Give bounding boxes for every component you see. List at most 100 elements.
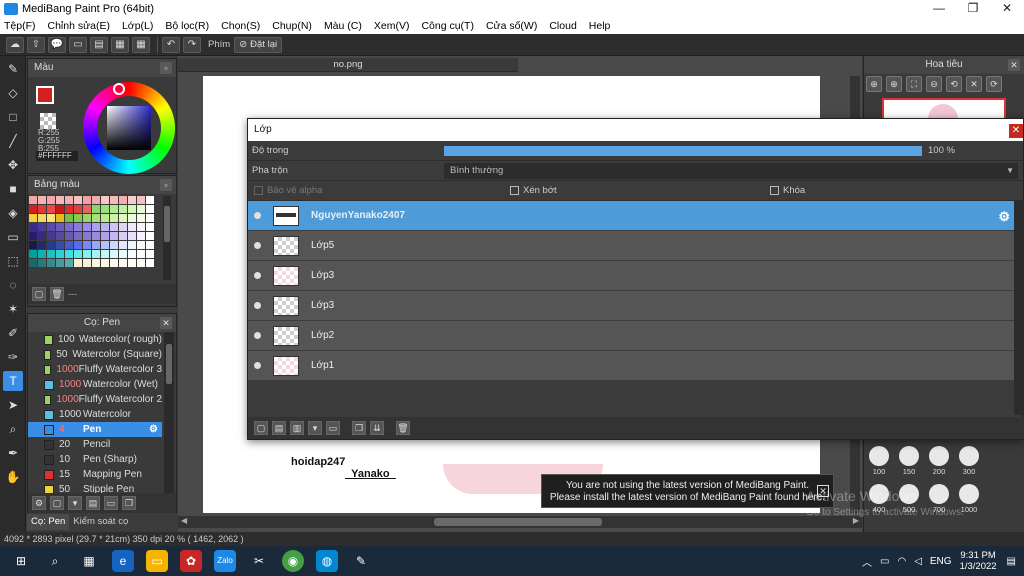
- palette-swatch[interactable]: [83, 250, 91, 258]
- palette-swatch[interactable]: [47, 223, 55, 231]
- palette-swatch[interactable]: [74, 241, 82, 249]
- palette-swatch[interactable]: [83, 205, 91, 213]
- clock[interactable]: 9:31 PM 1/3/2022: [960, 550, 997, 572]
- brush-item[interactable]: 50 Watercolor (Square): [28, 347, 162, 362]
- palette-swatch[interactable]: [29, 232, 37, 240]
- notification-line-2[interactable]: Please install the latest version of Med…: [542, 492, 833, 504]
- palette-swatch[interactable]: [110, 205, 118, 213]
- palette-swatch[interactable]: [101, 214, 109, 222]
- palette-swatch[interactable]: [56, 241, 64, 249]
- add-layer-menu-icon[interactable]: ▾: [308, 421, 322, 435]
- canvas-scroll-thumb[interactable]: [434, 518, 602, 526]
- palette-swatch[interactable]: [29, 241, 37, 249]
- navigator-preview[interactable]: [882, 98, 1006, 120]
- duplicate-icon[interactable]: ❐: [122, 496, 136, 510]
- hue-knob[interactable]: [113, 83, 125, 95]
- palette-swatch[interactable]: [83, 241, 91, 249]
- palette-swatch[interactable]: [146, 223, 154, 231]
- palette-swatch[interactable]: [74, 214, 82, 222]
- folder-icon[interactable]: ▭: [326, 421, 340, 435]
- palette-swatch[interactable]: [119, 232, 127, 240]
- palette-swatch[interactable]: [65, 241, 73, 249]
- bucket-tool-icon[interactable]: ◈: [3, 203, 23, 223]
- brush-settings-icon[interactable]: ⚙: [32, 496, 46, 510]
- maximize-button[interactable]: ❐: [956, 0, 990, 17]
- clipping-checkbox[interactable]: Xén bớt: [510, 185, 770, 196]
- palette-swatch[interactable]: [137, 214, 145, 222]
- brush-scrollbar[interactable]: [164, 332, 174, 494]
- palette-swatch[interactable]: [29, 205, 37, 213]
- palette-swatch[interactable]: [101, 232, 109, 240]
- palette-swatch[interactable]: [137, 250, 145, 258]
- palette-swatch[interactable]: [110, 232, 118, 240]
- palette-swatch[interactable]: [128, 259, 136, 267]
- zoom-out-icon[interactable]: ⊖: [926, 76, 942, 92]
- brush-item[interactable]: 15 Mapping Pen: [28, 467, 162, 482]
- panel-icon[interactable]: ▭: [69, 36, 87, 53]
- hand-tool-icon[interactable]: ✋: [3, 467, 23, 487]
- palette-swatch[interactable]: [128, 241, 136, 249]
- menu-color[interactable]: Màu (C): [324, 20, 362, 32]
- select-tool-icon[interactable]: ⬚: [3, 251, 23, 271]
- palette-swatch[interactable]: [47, 232, 55, 240]
- brush-item[interactable]: 1000 Watercolor (Wet): [28, 377, 162, 392]
- notification-icon[interactable]: ▤: [1007, 556, 1016, 567]
- brush-item[interactable]: 20 Pencil: [28, 437, 162, 452]
- language-indicator[interactable]: ENG: [930, 556, 952, 567]
- palette-swatch[interactable]: [128, 205, 136, 213]
- close-button[interactable]: ✕: [990, 0, 1024, 17]
- palette-swatch[interactable]: [137, 232, 145, 240]
- undo-icon[interactable]: ↶: [162, 36, 180, 53]
- visibility-icon[interactable]: [254, 272, 261, 279]
- palette-swatch[interactable]: [101, 223, 109, 231]
- palette-swatch[interactable]: [83, 223, 91, 231]
- brush-tool-icon[interactable]: ✎: [3, 59, 23, 79]
- palette-swatch[interactable]: [92, 223, 100, 231]
- palette-swatch[interactable]: [56, 214, 64, 222]
- palette-swatch[interactable]: [83, 259, 91, 267]
- battery-icon[interactable]: ▭: [880, 556, 889, 567]
- rectangle-tool-icon[interactable]: □: [3, 107, 23, 127]
- delete-layer-icon[interactable]: 🗑: [396, 421, 410, 435]
- palette-swatch[interactable]: [128, 196, 136, 204]
- menu-window[interactable]: Cửa số(W): [486, 20, 537, 32]
- tab-brush-control[interactable]: Kiểm soát cọ: [69, 514, 132, 530]
- palette-swatch[interactable]: [65, 232, 73, 240]
- merge-layer-icon[interactable]: ⇊: [370, 421, 384, 435]
- palette-scroll-thumb[interactable]: [164, 206, 170, 242]
- blend-mode-select[interactable]: Bình thường ▼: [444, 162, 1018, 179]
- palette-swatch[interactable]: [92, 214, 100, 222]
- palette-swatch[interactable]: [38, 232, 46, 240]
- copy-brush-icon[interactable]: ▤: [86, 496, 100, 510]
- palette-swatch[interactable]: [74, 259, 82, 267]
- palette-swatch[interactable]: [47, 196, 55, 204]
- palette-swatch[interactable]: [29, 223, 37, 231]
- duplicate-layer-icon[interactable]: ❐: [352, 421, 366, 435]
- palette-scrollbar[interactable]: [163, 196, 171, 280]
- new-8bit-layer-icon[interactable]: ▥: [290, 421, 304, 435]
- gear-icon[interactable]: ⚙: [998, 209, 1010, 225]
- zoom-in-alt-icon[interactable]: ⊕: [886, 76, 902, 92]
- comment-icon[interactable]: 💬: [48, 36, 66, 53]
- menu-view[interactable]: Xem(V): [374, 20, 410, 32]
- brush-item[interactable]: 1000 Fluffy Watercolor 3: [28, 362, 162, 377]
- palette-swatch[interactable]: [101, 196, 109, 204]
- layer-row[interactable]: Lớp3: [248, 291, 1014, 321]
- palette-swatch[interactable]: [128, 223, 136, 231]
- windows-start-icon[interactable]: ⊞: [10, 550, 32, 572]
- brush-size-preset[interactable]: 100: [864, 442, 894, 480]
- visibility-icon[interactable]: [254, 242, 261, 249]
- palette-swatch[interactable]: [65, 214, 73, 222]
- palette-swatch[interactable]: [110, 241, 118, 249]
- brush-item[interactable]: 100 Watercolor( rough): [28, 332, 162, 347]
- palette-swatch[interactable]: [38, 196, 46, 204]
- palette-swatch[interactable]: [65, 250, 73, 258]
- layer-row[interactable]: Lớp5: [248, 231, 1014, 261]
- brush-item[interactable]: 1000 Fluffy Watercolor 2: [28, 392, 162, 407]
- palette-swatch[interactable]: [92, 241, 100, 249]
- palette-swatch[interactable]: [74, 196, 82, 204]
- foreground-color-swatch[interactable]: [36, 86, 54, 104]
- pages-icon[interactable]: ▦: [111, 36, 129, 53]
- fill-rect-tool-icon[interactable]: ■: [3, 179, 23, 199]
- palette-swatch[interactable]: [128, 250, 136, 258]
